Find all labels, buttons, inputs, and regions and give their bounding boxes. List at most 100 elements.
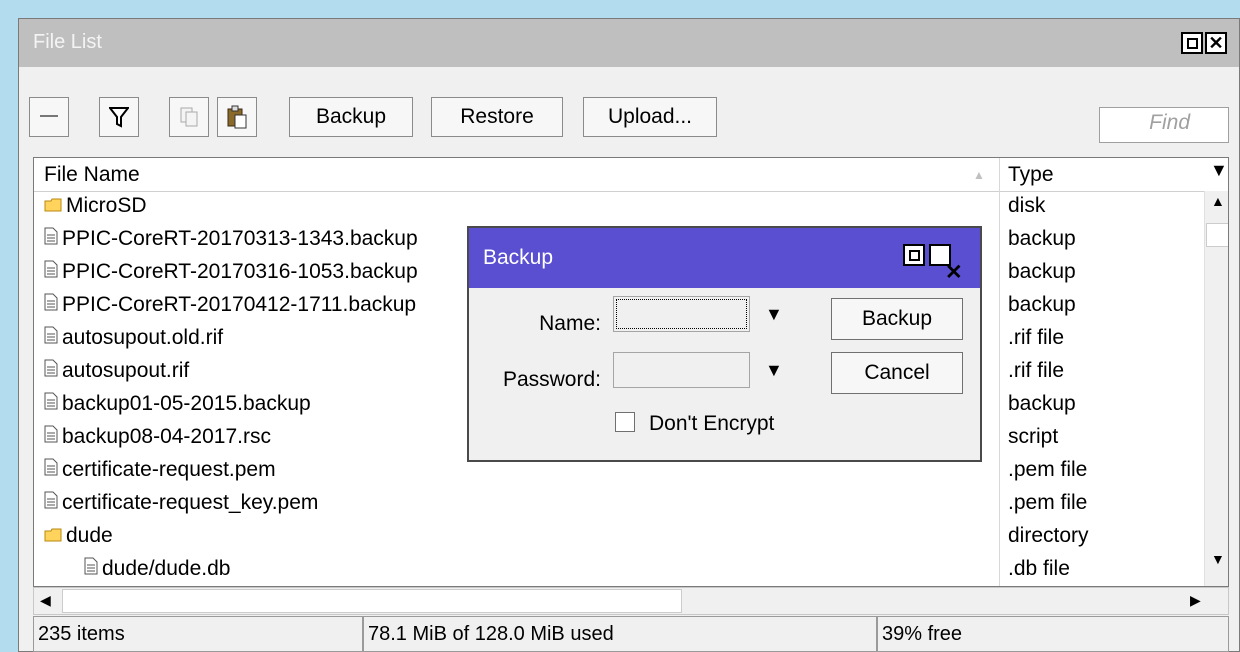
status-free: 39% free — [877, 616, 1229, 652]
file-type-cell: backup — [1008, 293, 1076, 316]
status-item-count: 235 items — [33, 616, 363, 652]
folder-icon — [44, 194, 62, 218]
file-name-cell: PPIC-CoreRT-20170412-1711.backup — [44, 293, 416, 317]
table-row[interactable]: dude/dude.db .db file — [34, 554, 1204, 586]
file-name-text: PPIC-CoreRT-20170412-1711.backup — [62, 293, 417, 316]
file-name-cell: MicroSD — [44, 194, 147, 218]
file-name-cell: PPIC-CoreRT-20170313-1343.backup — [44, 227, 418, 251]
status-used: 78.1 MiB of 128.0 MiB used — [363, 616, 877, 652]
table-row[interactable]: dude directory — [34, 521, 1204, 554]
file-type-cell: .pem file — [1008, 458, 1088, 481]
file-name-text: dude/dude.db — [102, 557, 231, 580]
sort-asc-icon: ▲ — [973, 168, 985, 182]
scroll-thumb[interactable] — [1206, 223, 1228, 247]
file-name-text: MicroSD — [66, 194, 147, 217]
file-name-cell: PPIC-CoreRT-20170316-1053.backup — [44, 260, 418, 284]
paste-icon — [227, 105, 247, 129]
window-title: File List — [33, 31, 102, 53]
file-type-cell: .db file — [1008, 557, 1070, 580]
name-dropdown-icon[interactable]: ▼ — [765, 304, 783, 325]
horizontal-scrollbar[interactable]: ◀ ▶ — [33, 587, 1229, 615]
file-type-cell: .rif file — [1008, 326, 1065, 349]
password-input[interactable] — [613, 352, 750, 388]
file-name-cell: certificate-request_key.pem — [44, 491, 318, 515]
table-row[interactable]: certificate-request_key.pem .pem file — [34, 488, 1204, 521]
file-name-text: PPIC-CoreRT-20170316-1053.backup — [62, 260, 418, 283]
file-icon — [44, 458, 58, 482]
scroll-right-icon[interactable]: ▶ — [1190, 592, 1201, 609]
dialog-close-icon[interactable]: ✕ — [929, 244, 963, 283]
file-icon — [44, 293, 58, 317]
file-type-cell: .rif file — [1008, 359, 1065, 382]
copy-icon — [180, 107, 198, 127]
dialog-backup-button[interactable]: Backup — [831, 298, 963, 340]
password-dropdown-icon[interactable]: ▼ — [765, 360, 783, 381]
upload-button[interactable]: Upload... — [583, 97, 717, 137]
file-icon — [44, 227, 58, 251]
file-name-cell: dude/dude.db — [84, 557, 230, 581]
file-icon — [44, 425, 58, 449]
dialog-cancel-button[interactable]: Cancel — [831, 352, 963, 394]
file-icon — [44, 491, 58, 515]
name-label: Name: — [539, 312, 601, 335]
status-bar: 235 items 78.1 MiB of 128.0 MiB used 39%… — [33, 616, 1229, 652]
file-icon — [84, 557, 98, 581]
dont-encrypt-label: Don't Encrypt — [649, 412, 775, 435]
maximize-icon[interactable] — [1181, 32, 1203, 54]
file-type-cell: backup — [1008, 260, 1076, 283]
filter-button[interactable] — [99, 97, 139, 137]
column-menu-icon[interactable]: ▼ — [1210, 160, 1228, 181]
filter-icon — [109, 107, 129, 128]
remove-button[interactable] — [29, 97, 69, 137]
column-header-file-name[interactable]: File Name — [44, 163, 140, 187]
file-type-cell: backup — [1008, 392, 1076, 415]
name-input[interactable] — [613, 296, 750, 332]
file-name-text: autosupout.old.rif — [62, 326, 224, 349]
table-row[interactable]: MicroSD disk — [34, 191, 1204, 224]
file-name-cell: autosupout.old.rif — [44, 326, 223, 350]
restore-button[interactable]: Restore — [431, 97, 563, 137]
file-icon — [44, 359, 58, 383]
find-input[interactable]: Find — [1099, 107, 1229, 143]
table-header: File Name ▲ Type ▼ — [34, 158, 1228, 192]
file-icon — [44, 260, 58, 284]
dialog-maximize-icon[interactable] — [903, 244, 925, 266]
file-name-text: autosupout.rif — [62, 359, 190, 382]
toolbar: Backup Restore Upload... Find — [19, 67, 1239, 149]
file-name-text: certificate-request_key.pem — [62, 491, 319, 514]
file-name-cell: dude — [44, 524, 113, 548]
scroll-left-icon[interactable]: ◀ — [40, 592, 51, 609]
dont-encrypt-checkbox[interactable] — [615, 412, 635, 432]
paste-button[interactable] — [217, 97, 257, 137]
file-name-text: backup08-04-2017.rsc — [62, 425, 271, 448]
file-name-text: certificate-request.pem — [62, 458, 276, 481]
file-icon — [44, 392, 58, 416]
file-name-cell: backup01-05-2015.backup — [44, 392, 311, 416]
backup-button[interactable]: Backup — [289, 97, 413, 137]
copy-button[interactable] — [169, 97, 209, 137]
window-titlebar[interactable]: File List ✕ — [19, 19, 1239, 67]
scroll-up-icon[interactable]: ▲ — [1211, 193, 1225, 209]
file-type-cell: script — [1008, 425, 1059, 448]
file-type-cell: directory — [1008, 524, 1089, 547]
minus-icon — [40, 115, 58, 117]
file-name-cell: autosupout.rif — [44, 359, 189, 383]
file-type-cell: backup — [1008, 227, 1076, 250]
file-name-cell: backup08-04-2017.rsc — [44, 425, 271, 449]
hscroll-thumb[interactable] — [62, 589, 682, 613]
folder-icon — [44, 524, 62, 548]
password-label: Password: — [502, 368, 601, 391]
dialog-title: Backup — [483, 246, 554, 269]
file-type-cell: disk — [1008, 194, 1046, 217]
file-name-cell: certificate-request.pem — [44, 458, 276, 482]
file-name-text: dude — [66, 524, 113, 547]
dialog-titlebar[interactable]: Backup ✕ — [469, 228, 980, 288]
close-icon[interactable]: ✕ — [1205, 32, 1227, 54]
backup-dialog: Backup ✕ Name: ▼ Password: ▼ Don't Encry… — [467, 226, 982, 462]
file-icon — [44, 326, 58, 350]
file-type-cell: .pem file — [1008, 491, 1088, 514]
scroll-down-icon[interactable]: ▼ — [1211, 551, 1225, 567]
column-header-type[interactable]: Type — [1008, 163, 1054, 187]
file-name-text: backup01-05-2015.backup — [62, 392, 311, 415]
vertical-scrollbar[interactable]: ▲ ▼ — [1204, 191, 1228, 586]
